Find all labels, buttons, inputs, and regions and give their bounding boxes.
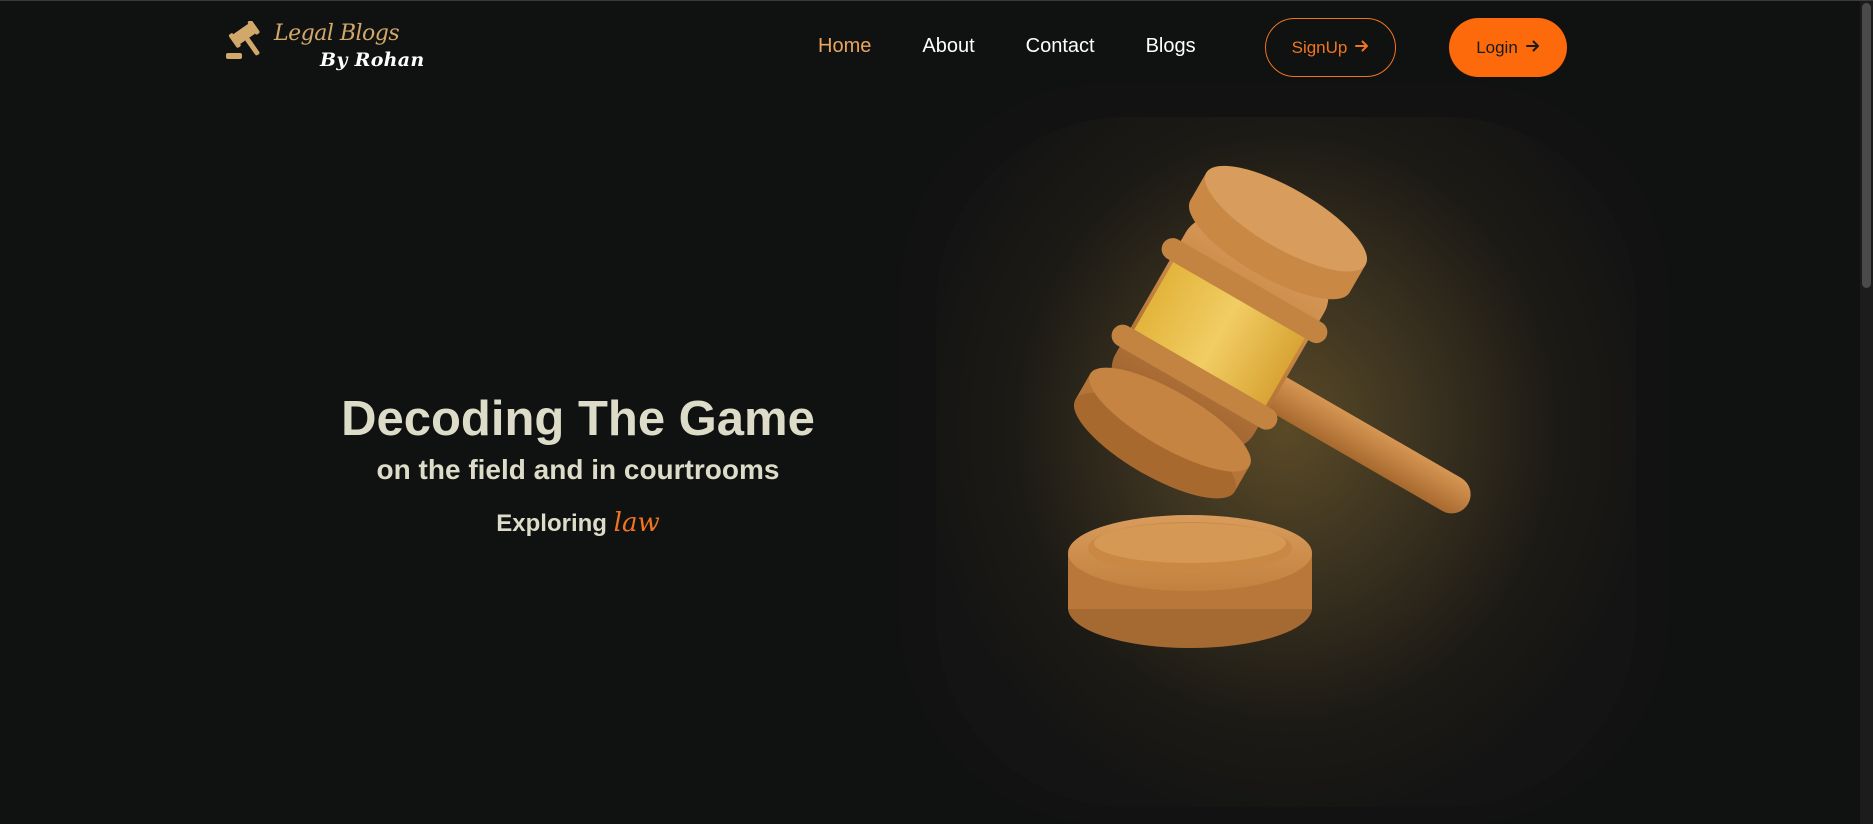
hero-tagline-accent: law: [613, 508, 660, 538]
logo-title: Legal Blogs: [274, 21, 400, 46]
arrow-right-icon: [1525, 38, 1540, 58]
scrollbar-thumb[interactable]: [1862, 3, 1871, 288]
login-button[interactable]: Login: [1449, 18, 1567, 77]
site-logo[interactable]: Legal Blogs By Rohan: [226, 19, 426, 75]
nav-links: Home About Contact Blogs: [818, 35, 1247, 58]
signup-button[interactable]: SignUp: [1265, 18, 1396, 77]
scrollbar[interactable]: [1860, 1, 1873, 824]
hero-title: Decoding The Game: [341, 392, 815, 446]
signup-button-label: SignUp: [1291, 37, 1348, 57]
gavel-icon: [1068, 165, 1471, 648]
arrow-right-icon: [1355, 38, 1369, 58]
navbar: Legal Blogs By Rohan Home About Contact …: [0, 1, 1860, 96]
login-button-label: Login: [1476, 37, 1518, 57]
nav-link-contact[interactable]: Contact: [1026, 35, 1095, 58]
hero-subtitle: on the field and in courtrooms: [376, 454, 780, 485]
hero-text: Decoding The Game on the field and in co…: [330, 386, 826, 538]
nav-link-blogs[interactable]: Blogs: [1146, 35, 1196, 58]
hero-tagline: Exploring law: [330, 508, 826, 538]
gavel-icon: [226, 20, 270, 65]
hero-image: [900, 83, 1668, 824]
hero-tagline-prefix: Exploring: [496, 510, 607, 537]
logo-byline: By Rohan: [320, 49, 425, 71]
nav-link-home[interactable]: Home: [818, 35, 871, 58]
page: Legal Blogs By Rohan Home About Contact …: [0, 0, 1873, 824]
nav-link-about[interactable]: About: [922, 35, 974, 58]
